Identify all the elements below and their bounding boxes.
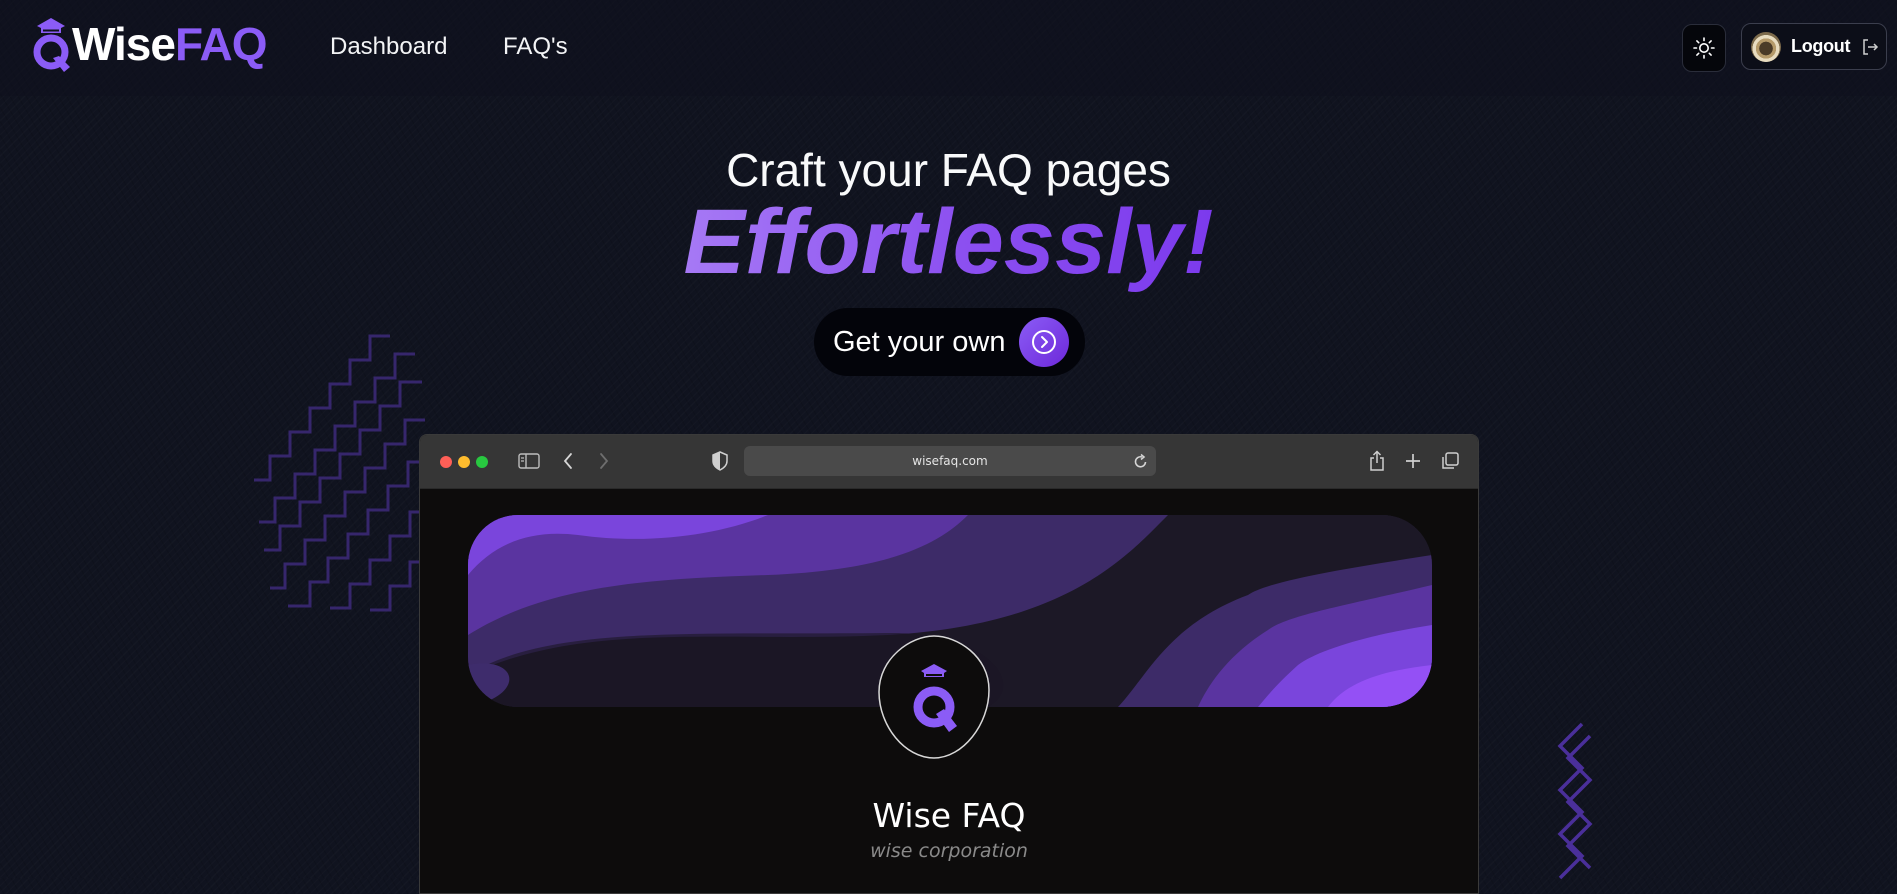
profile-logo-icon [878,635,990,759]
hero-emphasis-text: Effortlessly! [683,191,1214,293]
tabs-overview-icon [1440,451,1460,471]
nav-faqs-link[interactable]: FAQ's [503,33,568,61]
browser-preview: wisefaq.com Wise FAQ wise corporation [419,434,1479,894]
sidebar-icon [518,452,540,470]
brand-wise-text: Wise [72,18,176,70]
url-text: wisefaq.com [912,454,988,468]
get-your-own-button[interactable]: Get your own [814,308,1085,376]
brand-logo-link[interactable]: WiseFAQ [28,14,268,74]
minimize-dot-icon [458,456,470,468]
back-arrow-icon [562,452,574,470]
profile-name: Wise FAQ [872,796,1026,835]
new-tab-plus-icon [1404,452,1422,470]
brand-faq-text: FAQ [174,18,268,70]
nav-dashboard-link[interactable]: Dashboard [330,33,447,61]
browser-toolbar: wisefaq.com [420,435,1478,489]
top-navbar: WiseFAQ Dashboard FAQ's Logout [0,0,1897,96]
zigzag-decoration-right [1557,722,1593,880]
cta-label: Get your own [833,325,1006,358]
logout-label: Logout [1791,36,1851,56]
forward-arrow-icon [598,452,610,470]
chevron-right-circle-icon [1019,317,1070,367]
zigzag-decoration-left [254,334,425,612]
address-bar: wisefaq.com [744,446,1156,476]
hero-title: Craft your FAQ pages [726,144,1171,196]
maximize-dot-icon [476,456,488,468]
hero-emphasis: Effortlessly! [0,191,1897,293]
brand-name: WiseFAQ [72,18,268,70]
logout-icon [1860,37,1880,57]
user-avatar [1751,31,1781,62]
wisefaq-logo-icon [33,18,70,72]
profile-organization: wise corporation [870,840,1028,862]
reload-icon [1134,453,1148,469]
shield-icon [712,451,728,471]
sun-icon [1693,37,1715,59]
theme-toggle-button[interactable] [1682,24,1726,72]
logout-button[interactable]: Logout [1741,23,1887,70]
close-dot-icon [440,456,452,468]
share-icon [1368,450,1386,472]
